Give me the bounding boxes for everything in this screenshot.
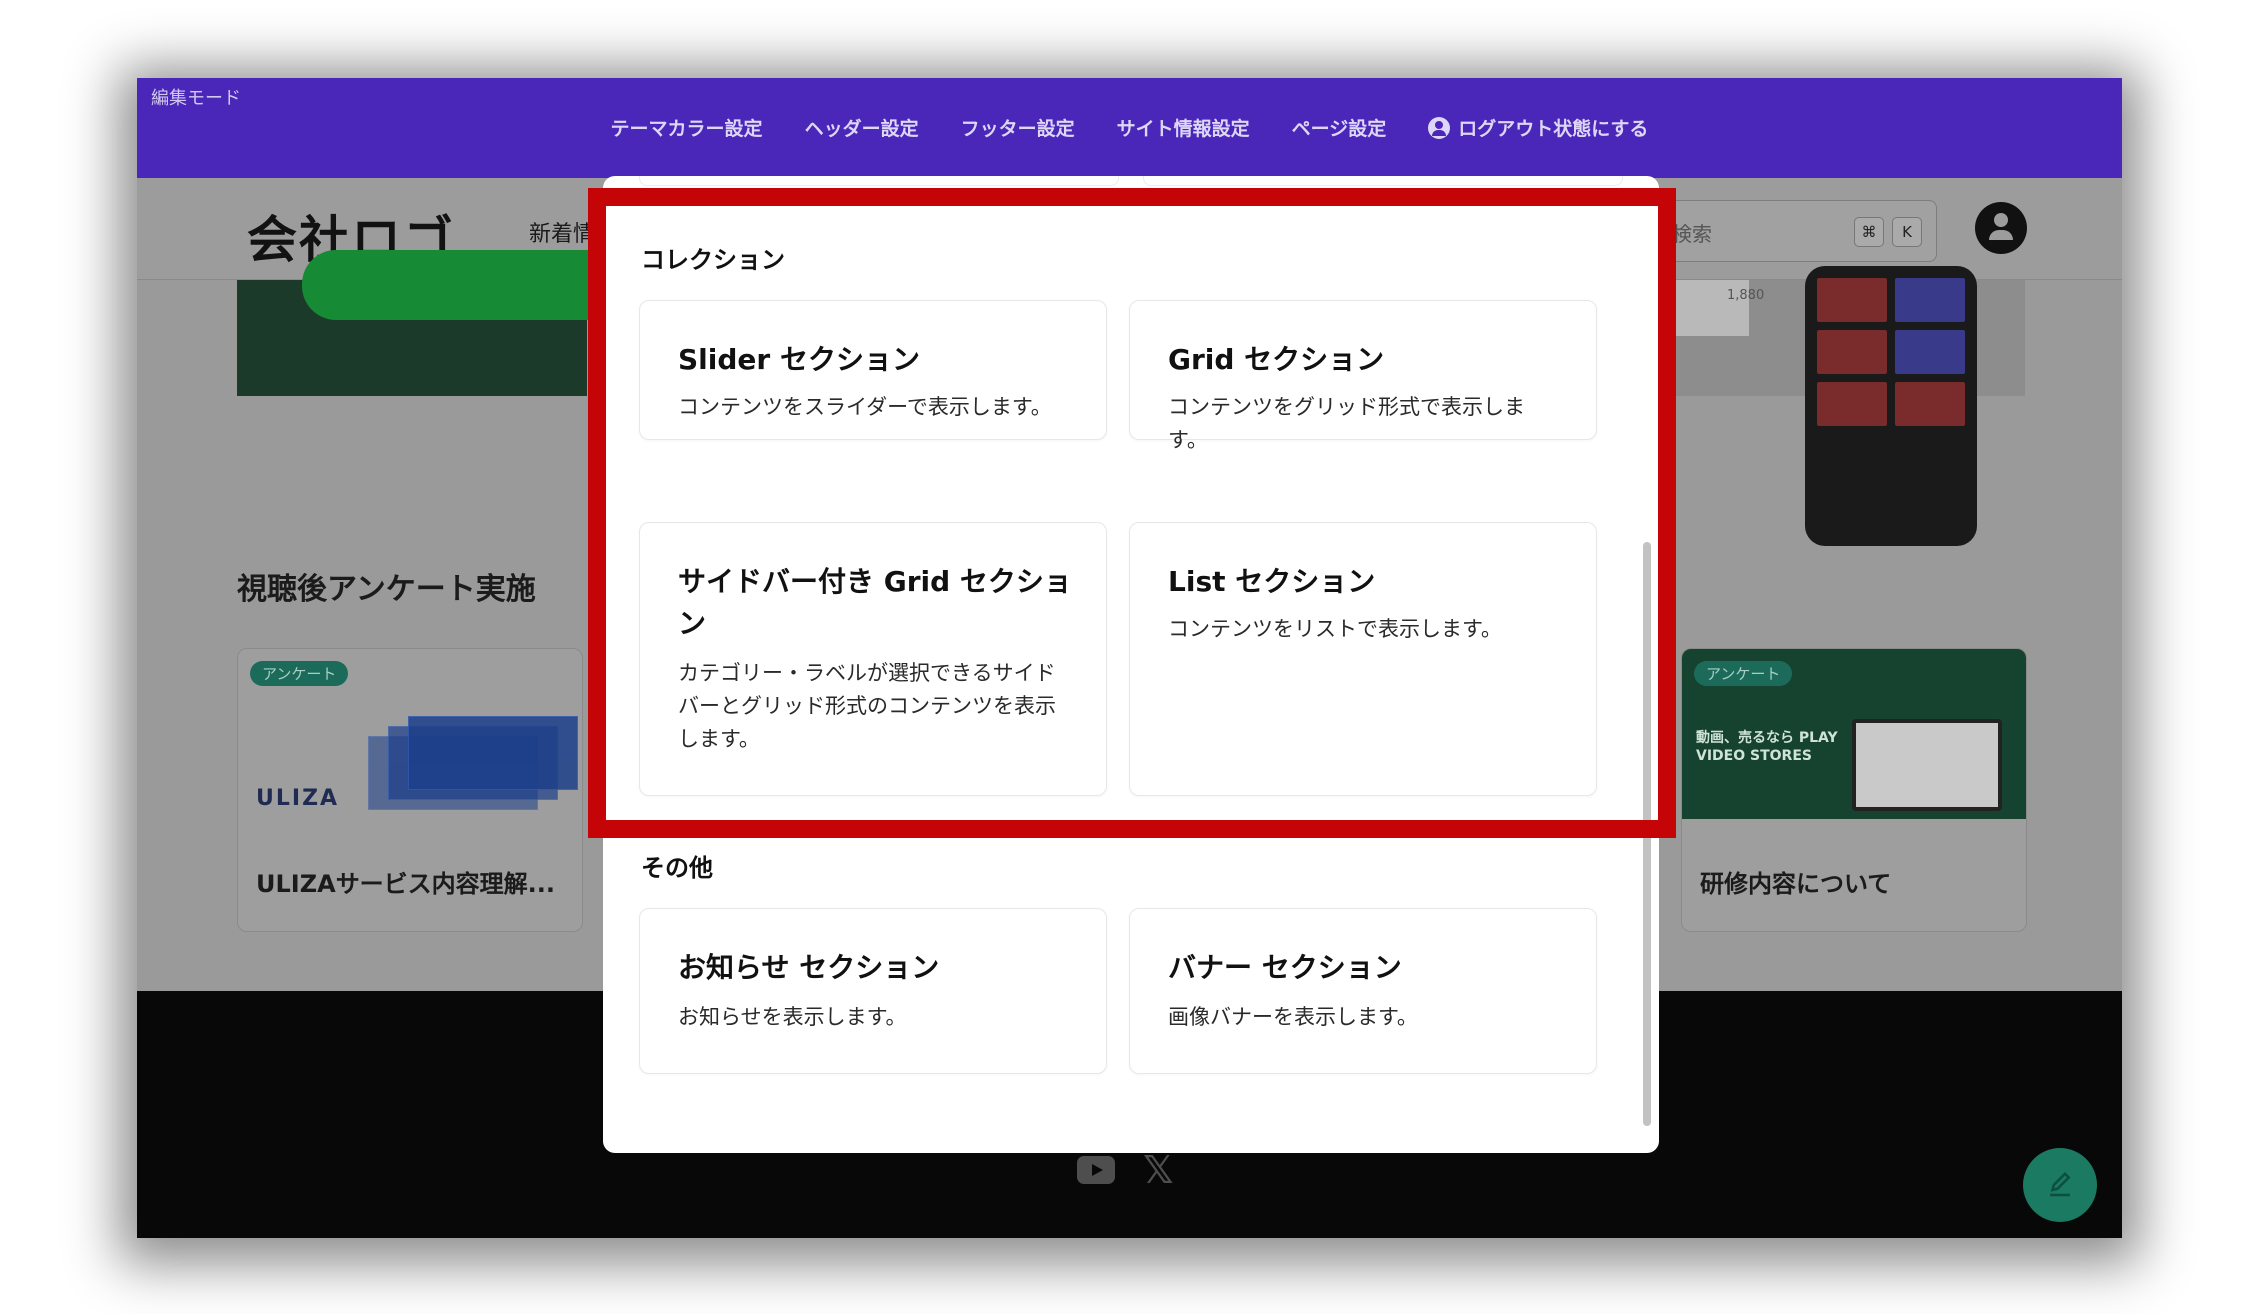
- modal-top-edge: [603, 176, 1659, 186]
- section-heading: 視聴後アンケート実施: [237, 572, 536, 607]
- content-card[interactable]: ULIZA アンケート ULIZAサービス内容理解...: [237, 648, 583, 932]
- theme-color-settings-link[interactable]: テーマカラー設定: [611, 114, 763, 141]
- page-settings-link[interactable]: ページ設定: [1292, 114, 1387, 141]
- edit-fab-button[interactable]: [2023, 1148, 2097, 1222]
- search-input[interactable]: 検索 ⌘ K: [1655, 200, 1937, 262]
- youtube-icon[interactable]: [1077, 1156, 1115, 1184]
- thumbnail-banner-text: 動画、売るなら PLAY VIDEO STORES: [1696, 730, 1838, 764]
- footer-settings-link[interactable]: フッター設定: [961, 114, 1075, 141]
- phone-tile: [1817, 330, 1887, 374]
- header-settings-link[interactable]: ヘッダー設定: [805, 114, 919, 141]
- command-key-badge: ⌘: [1854, 217, 1884, 247]
- survey-tag: アンケート: [250, 661, 349, 686]
- thumbnail-laptop: [1852, 719, 2002, 811]
- edit-mode-bar: 編集モード テーマカラー設定 ヘッダー設定 フッター設定 サイト情報設定 ページ…: [137, 78, 2122, 178]
- phone-tile: [1817, 382, 1887, 426]
- card-title: 研修内容について: [1700, 870, 1892, 898]
- search-placeholder: 検索: [1672, 222, 1712, 246]
- scrolled-card-edge: [639, 176, 1119, 186]
- banner-section-option[interactable]: バナー セクション 画像バナーを表示します。: [1129, 908, 1597, 1074]
- k-key-badge: K: [1892, 217, 1922, 247]
- option-title: バナー セクション: [1168, 951, 1402, 984]
- phone-tile: [1895, 330, 1965, 374]
- hero-banner: [237, 250, 622, 396]
- edit-nav: テーマカラー設定 ヘッダー設定 フッター設定 サイト情報設定 ページ設定 ログア…: [137, 114, 2122, 141]
- highlight-frame: [588, 188, 1676, 838]
- user-circle-icon: [1428, 116, 1451, 139]
- screenshot-stage: 編集モード テーマカラー設定 ヘッダー設定 フッター設定 サイト情報設定 ページ…: [0, 0, 2251, 1314]
- content-card[interactable]: 動画、売るなら PLAY VIDEO STORES アンケート 研修内容について: [1681, 648, 2027, 932]
- thumbnail-panel: [408, 716, 578, 790]
- card-thumbnail: ULIZA: [246, 694, 578, 814]
- phone-tile: [1895, 278, 1965, 322]
- hero-phone-mockup: [1805, 266, 1977, 546]
- option-title: お知らせ セクション: [678, 951, 940, 984]
- x-icon[interactable]: 𝕏: [1143, 1151, 1174, 1189]
- avatar-icon[interactable]: [1975, 202, 2027, 254]
- edit-pencil-icon: [2050, 1171, 2071, 1197]
- site-info-settings-link[interactable]: サイト情報設定: [1117, 114, 1250, 141]
- logout-state-label: ログアウト状態にする: [1458, 118, 1649, 140]
- uliza-logo: ULIZA: [256, 786, 340, 811]
- hero-pill: [302, 250, 622, 320]
- logout-state-link[interactable]: ログアウト状態にする: [1428, 114, 1648, 141]
- nav-item-news[interactable]: 新着情: [529, 216, 595, 248]
- phone-tile: [1817, 278, 1887, 322]
- phone-tiles: [1817, 278, 1965, 426]
- survey-tag: アンケート: [1694, 661, 1793, 686]
- news-section-option[interactable]: お知らせ セクション お知らせを表示します。: [639, 908, 1107, 1074]
- card-title: ULIZAサービス内容理解...: [256, 870, 556, 898]
- scrolled-card-edge: [1143, 176, 1623, 186]
- phone-tile: [1895, 382, 1965, 426]
- edit-mode-label: 編集モード: [151, 88, 241, 109]
- option-description: お知らせを表示します。: [678, 1005, 907, 1029]
- option-description: 画像バナーを表示します。: [1168, 1005, 1418, 1029]
- hero-price: 1,880: [1727, 288, 1765, 303]
- group-label-other: その他: [641, 854, 713, 882]
